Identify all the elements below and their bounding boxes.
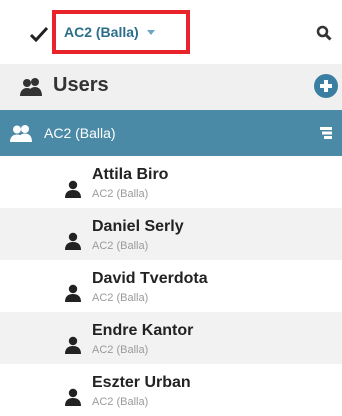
- users-header: Users: [0, 64, 342, 110]
- checkmark-icon[interactable]: [29, 26, 49, 42]
- chevron-down-icon: [146, 29, 155, 35]
- list-item[interactable]: Endre Kantor AC2 (Balla): [0, 312, 342, 364]
- user-name: Daniel Serly: [92, 218, 184, 235]
- user-group: AC2 (Balla): [92, 240, 149, 252]
- user-name: Attila Biro: [92, 166, 169, 183]
- user-group: AC2 (Balla): [92, 188, 149, 200]
- list-item[interactable]: Daniel Serly AC2 (Balla): [0, 208, 342, 260]
- page-title: Users: [53, 74, 109, 96]
- user-name: Eszter Urban: [92, 374, 191, 391]
- user-group: AC2 (Balla): [92, 396, 149, 408]
- user-name: David Tverdota: [92, 270, 208, 287]
- group-switcher-dropdown[interactable]: AC2 (Balla): [64, 21, 155, 43]
- user-icon: [65, 284, 81, 302]
- group-users-icon: [10, 125, 32, 142]
- search-icon[interactable]: [316, 25, 332, 41]
- user-list: Attila Biro AC2 (Balla) Daniel Serly AC2…: [0, 156, 342, 416]
- menu-icon[interactable]: [319, 126, 333, 140]
- list-item[interactable]: David Tverdota AC2 (Balla): [0, 260, 342, 312]
- user-group: AC2 (Balla): [92, 292, 149, 304]
- user-icon: [65, 388, 81, 406]
- group-label: AC2 (Balla): [44, 125, 116, 141]
- user-icon: [65, 232, 81, 250]
- list-item[interactable]: Eszter Urban AC2 (Balla): [0, 364, 342, 416]
- user-group: AC2 (Balla): [92, 344, 149, 356]
- top-bar: AC2 (Balla): [0, 0, 342, 64]
- user-icon: [65, 180, 81, 198]
- user-icon: [65, 336, 81, 354]
- add-user-button[interactable]: [314, 74, 338, 98]
- group-row[interactable]: AC2 (Balla): [0, 110, 342, 156]
- users-icon: [20, 78, 42, 96]
- user-name: Endre Kantor: [92, 322, 194, 339]
- group-switcher-label: AC2 (Balla): [64, 24, 139, 40]
- list-item[interactable]: Attila Biro AC2 (Balla): [0, 156, 342, 208]
